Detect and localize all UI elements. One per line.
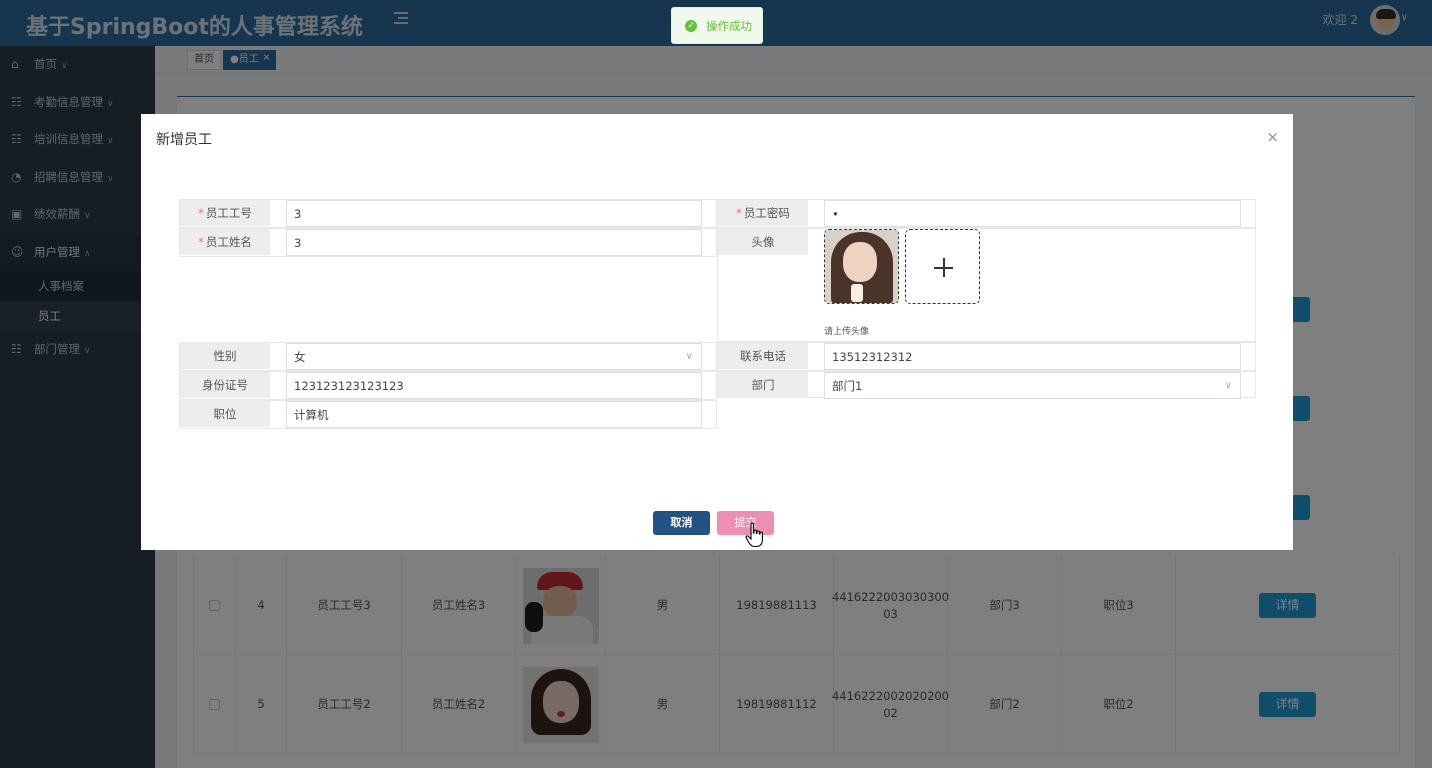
add-employee-dialog: 新增员工 × * 员工工号 3 * 员工姓名 3 性别 女 ∨ 身份证号 12312… bbox=[141, 114, 1293, 550]
name-input[interactable]: 3 bbox=[286, 229, 702, 256]
field-id-card: 身份证号 123123123123123 bbox=[179, 371, 717, 400]
id-card-input[interactable]: 123123123123123 bbox=[286, 372, 702, 399]
field-label: * 员工密码 bbox=[718, 200, 808, 226]
close-icon[interactable]: × bbox=[1266, 128, 1279, 146]
department-select-value: 部门1 bbox=[832, 379, 863, 393]
field-password: * 员工密码 • bbox=[717, 199, 1256, 228]
gender-select-value: 女 bbox=[294, 350, 306, 364]
emp-no-input[interactable]: 3 bbox=[286, 200, 702, 227]
field-gender: 性别 女 ∨ bbox=[179, 342, 717, 371]
field-phone: 联系电话 13512312312 bbox=[717, 342, 1256, 371]
field-name: * 员工姓名 3 bbox=[179, 228, 717, 257]
department-select[interactable]: 部门1 ∨ bbox=[824, 372, 1241, 399]
chevron-down-icon: ∨ bbox=[1224, 380, 1232, 391]
field-avatar: 头像 请上传头像 bbox=[717, 228, 1256, 342]
field-label: 职位 bbox=[180, 401, 270, 427]
field-label: * 员工姓名 bbox=[180, 229, 270, 255]
upload-avatar-button[interactable] bbox=[905, 229, 980, 304]
avatar-preview[interactable] bbox=[824, 229, 899, 304]
success-toast: ✓ 操作成功 bbox=[671, 7, 763, 44]
gender-select[interactable]: 女 ∨ bbox=[286, 343, 702, 370]
position-input[interactable]: 计算机 bbox=[286, 401, 702, 428]
chevron-down-icon: ∨ bbox=[685, 351, 693, 362]
hand-cursor-icon bbox=[745, 522, 763, 548]
field-emp-no: * 员工工号 3 bbox=[179, 199, 717, 228]
check-circle-icon: ✓ bbox=[685, 20, 697, 32]
field-label: 头像 bbox=[718, 229, 808, 255]
field-department: 部门 部门1 ∨ bbox=[717, 371, 1256, 399]
field-label: 性别 bbox=[180, 343, 270, 369]
dialog-title: 新增员工 bbox=[156, 132, 212, 148]
upload-hint: 请上传头像 bbox=[824, 327, 870, 337]
password-input[interactable]: • bbox=[824, 200, 1241, 227]
cancel-button[interactable]: 取消 bbox=[653, 511, 710, 535]
phone-input[interactable]: 13512312312 bbox=[824, 343, 1241, 370]
field-label: * 员工工号 bbox=[180, 200, 270, 226]
field-label: 身份证号 bbox=[180, 372, 270, 398]
field-label: 联系电话 bbox=[718, 343, 808, 369]
field-label: 部门 bbox=[718, 372, 808, 398]
toast-message: 操作成功 bbox=[706, 19, 752, 33]
field-position: 职位 计算机 bbox=[179, 400, 717, 429]
